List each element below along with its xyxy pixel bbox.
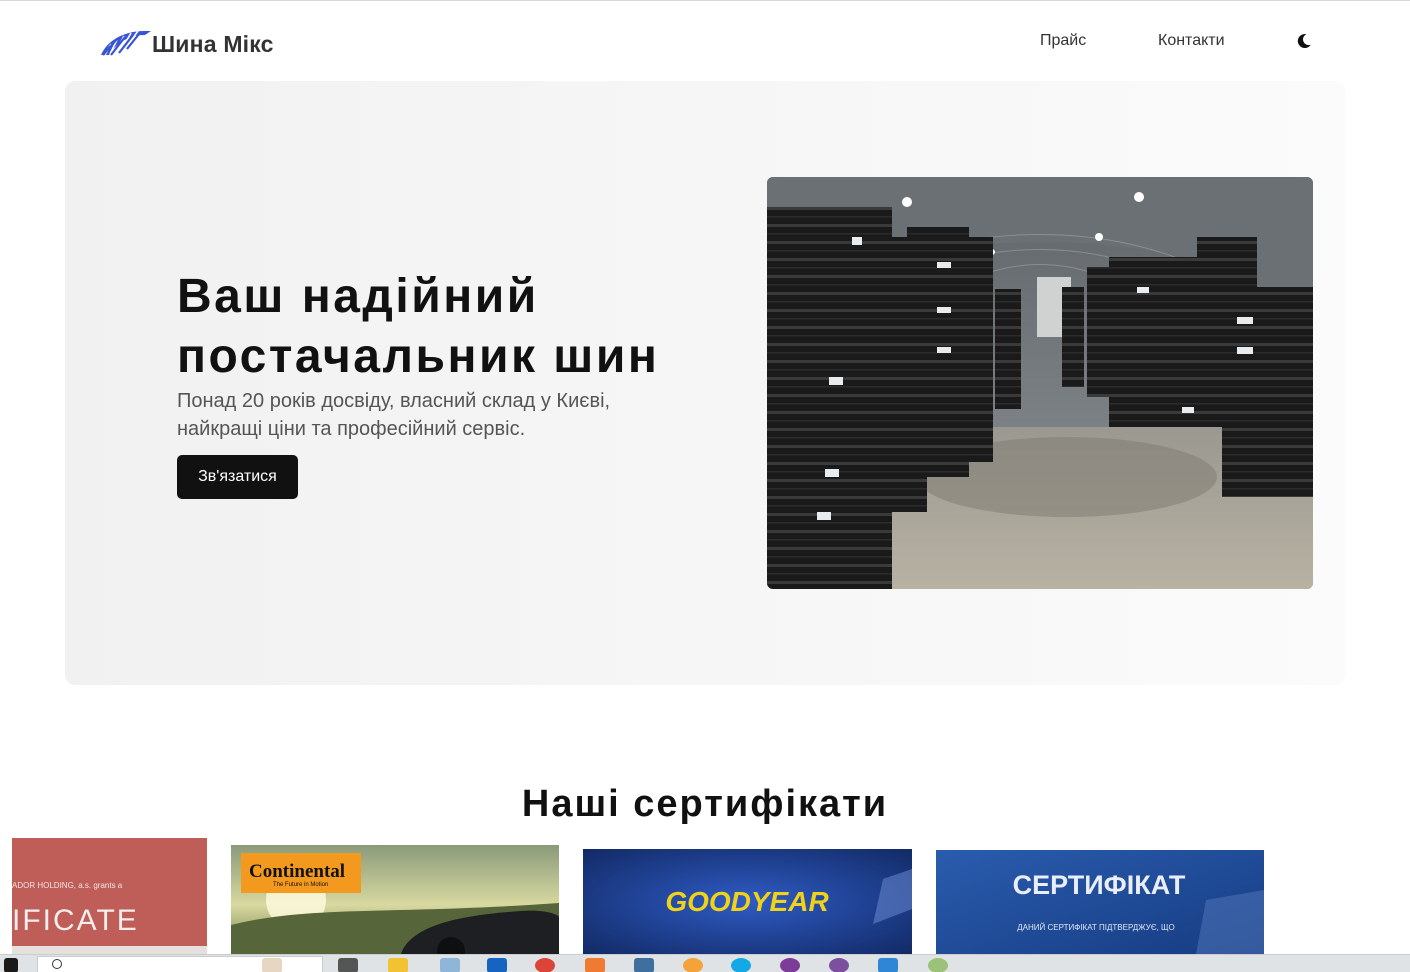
search-icon xyxy=(52,959,62,969)
app-icon[interactable] xyxy=(585,958,605,972)
cert-1-line1: ADOR HOLDING, a.s. grants a xyxy=(12,881,123,890)
cert-3-brand: GOODYEAR xyxy=(665,886,829,917)
cert-2-brand: Continental xyxy=(249,861,345,882)
nav-contacts-link[interactable]: Контакти xyxy=(1158,32,1225,50)
cert-4-text: ДАНИЙ СЕРТИФІКАТ ПІДТВЕРДЖУЄ, ЩО xyxy=(1017,923,1175,932)
cert-2-tagline: The Future in Motion xyxy=(273,882,328,888)
certificate-card[interactable]: ADOR HOLDING, a.s. grants a IFICATE xyxy=(12,838,207,954)
app-icon[interactable] xyxy=(780,958,800,972)
moon-icon[interactable] xyxy=(1295,32,1313,50)
certificates-title: Наші сертифікати xyxy=(521,783,889,825)
cert-4-title: СЕРТИФІКАТ xyxy=(1013,870,1186,900)
nav-price-link[interactable]: Прайс xyxy=(1040,32,1086,50)
os-taskbar xyxy=(0,954,1410,972)
app-thumbnail-icon[interactable] xyxy=(262,958,282,972)
outlook-icon[interactable] xyxy=(487,958,507,972)
certificate-card[interactable]: Continental The Future in Motion xyxy=(231,845,559,954)
app-icon[interactable] xyxy=(683,958,703,972)
brand-name: Шина Мікс xyxy=(152,31,274,57)
hero-section: Ваш надійний постачальник шин Понад 20 р… xyxy=(65,81,1345,685)
vscode-icon[interactable] xyxy=(878,958,898,972)
viber-icon[interactable] xyxy=(829,958,849,972)
skype-icon[interactable] xyxy=(731,958,751,972)
certificate-card[interactable]: СЕРТИФІКАТ ДАНИЙ СЕРТИФІКАТ ПІДТВЕРДЖУЄ,… xyxy=(936,850,1264,954)
hero-subtitle: Понад 20 років досвіду, власний склад у … xyxy=(177,390,611,440)
contact-button[interactable]: Зв'язатися xyxy=(177,455,298,499)
task-view-icon[interactable] xyxy=(338,958,358,972)
app-icon[interactable] xyxy=(440,958,460,972)
tire-logo-icon xyxy=(101,30,151,56)
chrome-icon[interactable] xyxy=(535,958,555,972)
calculator-icon[interactable] xyxy=(634,958,654,972)
file-explorer-icon[interactable] xyxy=(388,958,408,972)
hero-title: Ваш надійний постачальник шин xyxy=(177,270,660,383)
brand-logo-link[interactable]: Шина Мікс xyxy=(97,25,274,58)
certificate-card[interactable]: GOODYEAR xyxy=(583,849,912,954)
site-header: Шина Мікс Прайс Контакти xyxy=(0,1,1410,79)
cert-1-line2: IFICATE xyxy=(12,904,139,937)
app-icon[interactable] xyxy=(928,958,948,972)
warehouse-image xyxy=(767,177,1313,589)
windows-start-icon[interactable] xyxy=(4,958,18,972)
